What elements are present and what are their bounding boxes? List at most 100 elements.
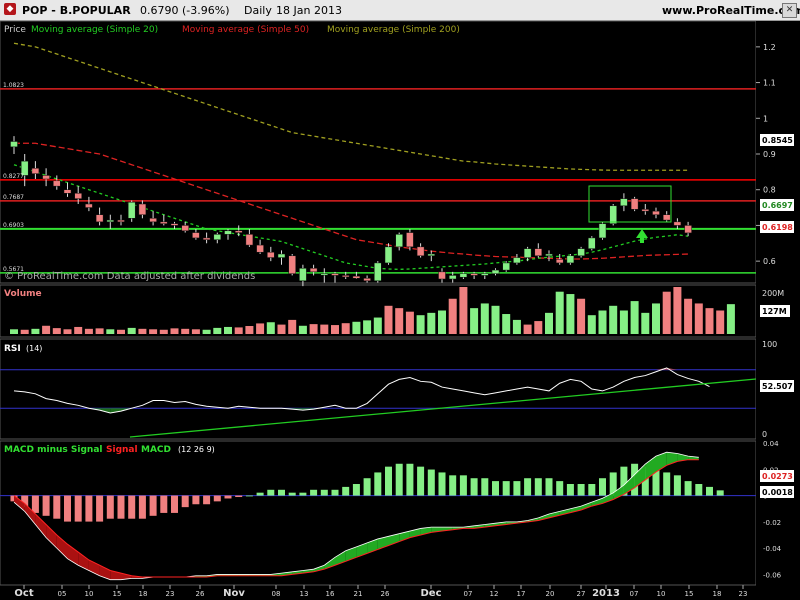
rsi-title: RSI [4, 344, 21, 354]
level-label: 1.0823 [3, 82, 24, 89]
x-tick-label: 2013 [592, 588, 620, 599]
candle-body [224, 230, 232, 235]
volume-bar [10, 329, 18, 334]
macd-hist-bar [545, 478, 553, 496]
level-label: 0.6903 [3, 222, 24, 229]
ma200-last-value: 0.8545 [762, 136, 793, 145]
volume-bar [405, 311, 414, 334]
candle-body [534, 248, 543, 257]
volume-bar [491, 305, 500, 334]
period-label: Daily [244, 4, 272, 17]
candle-body [384, 246, 393, 264]
macd-hist-bar [556, 481, 564, 496]
level-label: 0.5671 [3, 266, 24, 273]
candle-body [331, 273, 339, 276]
x-tick-label: Dec [420, 588, 441, 599]
volume-title: Volume [4, 289, 42, 299]
legend-ma200: Moving average (Simple 200) [327, 25, 460, 35]
macd-hist-bar [449, 475, 457, 496]
candle-body [95, 214, 104, 223]
instrument-title: POP - B.POPULAR [22, 4, 131, 17]
macd-hist-bar [406, 463, 414, 496]
candle-body [427, 253, 436, 257]
volume-bar [726, 304, 735, 334]
candle-body [127, 201, 136, 219]
x-tick-label: 15 [113, 590, 122, 598]
candle-body [245, 234, 254, 246]
candle-body [395, 234, 403, 248]
macd-hist-bar [684, 481, 692, 496]
macd-hist-bar [278, 489, 285, 496]
macd-hist-bar [106, 495, 114, 519]
date-label: 18 Jan 2013 [276, 4, 342, 17]
macd-hist-bar [363, 478, 371, 496]
x-tick-label: 18 [713, 590, 722, 598]
volume-bar [245, 326, 254, 334]
macd-params: (12 26 9) [178, 445, 215, 454]
x-tick-label: 18 [139, 590, 148, 598]
level-label: 0.8277 [3, 173, 24, 180]
macd-hist-bar [417, 466, 425, 496]
candle-body [149, 218, 157, 223]
macd-hist-bar [171, 495, 178, 513]
volume-bar [117, 329, 125, 334]
x-tick-label: 23 [739, 590, 748, 598]
x-tick-label: 05 [58, 590, 67, 598]
macd-title-macd: MACD [141, 445, 171, 455]
candle-body [448, 275, 457, 280]
candle-body [598, 223, 607, 239]
price-tick-label: 0.6 [763, 257, 776, 266]
rsi-params: (14) [26, 344, 42, 353]
candle-body [341, 275, 350, 278]
candle-body [406, 232, 414, 248]
macd-tick-label: -0.06 [763, 571, 782, 579]
volume-bar [277, 324, 286, 334]
macd-hist-bar [192, 495, 200, 505]
volume-bar [202, 329, 211, 334]
volume-bar [31, 328, 40, 334]
candle-body [192, 232, 200, 239]
volume-bar [566, 294, 575, 334]
candle-body [10, 141, 18, 148]
volume-bar [234, 327, 243, 334]
macd-hist-bar [42, 495, 50, 516]
macd-hist-bar [427, 469, 435, 496]
candle-body [277, 253, 286, 258]
volume-bar [395, 308, 404, 334]
macd-hist-bar [160, 495, 168, 513]
candle-body [309, 268, 318, 273]
macd-hist-bar [673, 475, 681, 496]
volume-bar [170, 328, 179, 334]
website-label: www.ProRealTime.com [662, 4, 800, 17]
candle-body [481, 273, 489, 276]
candle-body [320, 273, 329, 276]
candle-body [74, 193, 82, 199]
volume-bar [480, 303, 489, 334]
candle-body [630, 198, 639, 210]
macd-title-signal: Signal [106, 445, 138, 455]
close-button[interactable]: ✕ [782, 3, 797, 18]
macd-hist-bar [534, 478, 542, 496]
macd-tick-label: 0.04 [763, 440, 779, 448]
volume-bar [577, 298, 586, 334]
macd-hist-bar [577, 484, 585, 496]
macd-hist-bar [481, 478, 489, 496]
price-last-value: 0.6697 [762, 201, 793, 210]
level-label: 0.7687 [3, 194, 24, 201]
macd-hist-bar [74, 495, 82, 522]
volume-bar [320, 324, 329, 334]
candle-body [256, 244, 264, 253]
macd-title-hist: MACD minus Signal [4, 445, 102, 455]
volume-bar [191, 329, 200, 334]
macd-hist-bar [64, 495, 71, 522]
macd-tick-label: -0.02 [763, 519, 781, 527]
macd-hist-bar [245, 495, 253, 497]
candle-body [53, 180, 61, 187]
x-tick-label: 08 [272, 590, 281, 598]
macd-hist-bar [181, 495, 189, 508]
candle-body [106, 219, 115, 223]
price-tick-label: 0.8 [763, 186, 776, 195]
rsi-last-value: 52.507 [762, 382, 793, 391]
volume-bar [587, 315, 596, 334]
macd-hist-bar [524, 478, 532, 496]
